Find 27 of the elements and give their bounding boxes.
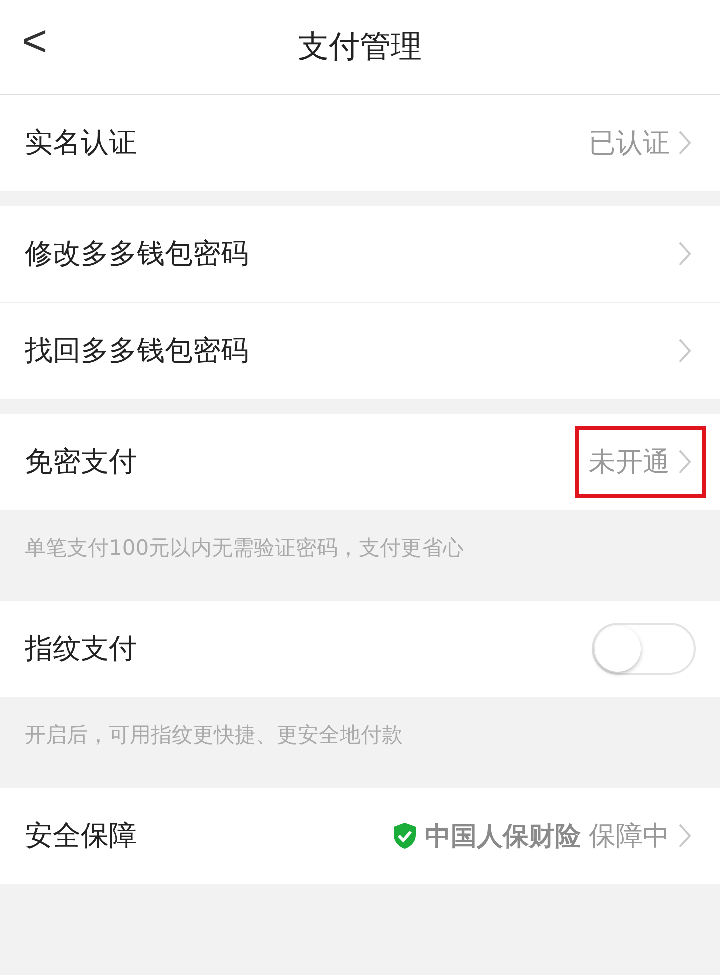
row-label: 指纹支付 <box>25 631 137 667</box>
back-button[interactable]: < <box>22 20 48 64</box>
chevron-right-icon <box>678 338 692 364</box>
settings-row[interactable]: 修改多多钱包密码 <box>0 206 720 302</box>
hint-text: 单笔支付100元以内无需验证密码，支付更省心 <box>24 535 466 562</box>
settings-row[interactable]: 实名认证 已认证 <box>0 95 720 191</box>
settings-row[interactable]: 找回多多钱包密码 <box>0 302 720 399</box>
settings-row[interactable]: 安全保障 中国人保财险 保障中 <box>0 788 720 884</box>
row-label: 免密支付 <box>25 444 137 480</box>
row-label: 找回多多钱包密码 <box>25 333 249 369</box>
chevron-right-icon <box>678 241 692 267</box>
settings-row[interactable]: 免密支付 未开通 <box>0 414 720 510</box>
row-label: 实名认证 <box>25 125 137 161</box>
hint-text: 开启后，可用指纹更快捷、更安全地付款 <box>24 722 404 749</box>
shield-check-icon <box>393 822 417 850</box>
status-text: 保障中 <box>589 820 670 854</box>
status-text: 已认证 <box>589 127 670 161</box>
chevron-right-icon <box>678 449 692 475</box>
insurer-name: 中国人保财险 <box>425 820 581 854</box>
page-title: 支付管理 <box>298 28 422 67</box>
settings-row[interactable]: 指纹支付 <box>0 601 720 697</box>
status-text: 未开通 <box>589 446 670 480</box>
chevron-right-icon <box>678 823 692 849</box>
toggle-switch[interactable] <box>592 623 696 675</box>
row-label: 修改多多钱包密码 <box>25 236 249 272</box>
chevron-right-icon <box>678 130 692 156</box>
row-label: 安全保障 <box>25 818 137 854</box>
